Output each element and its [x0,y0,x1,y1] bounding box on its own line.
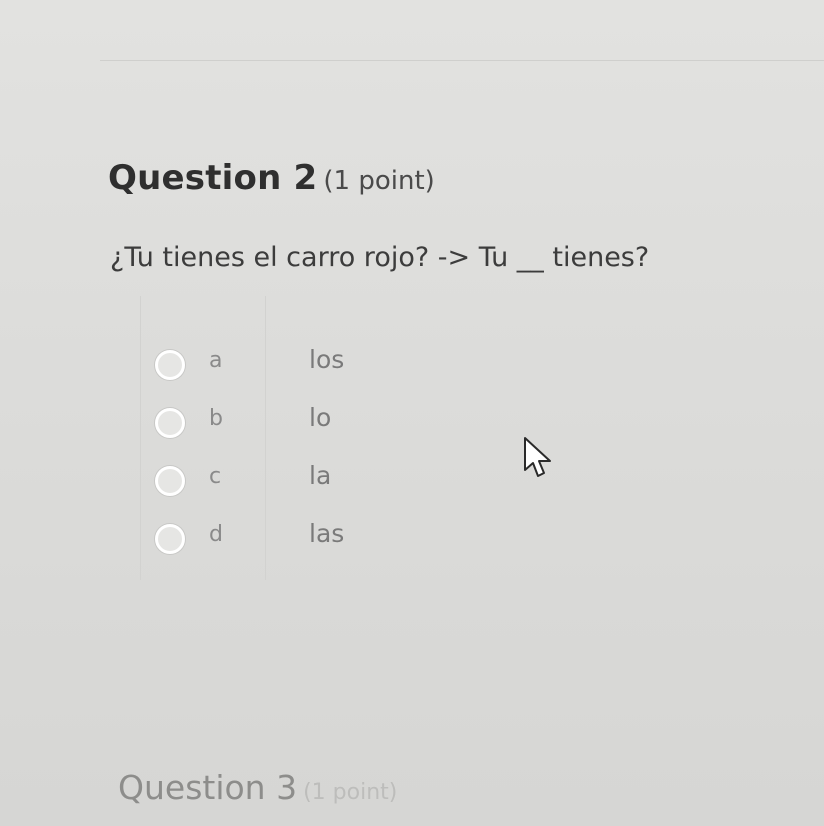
next-question-points: (1 point) [303,780,398,805]
question-title: Question 2 [108,158,318,198]
radio-button-a[interactable] [155,350,185,380]
option-letter: d [209,522,223,547]
next-question-heading: Question 3 (1 point) [118,768,397,807]
question-heading: Question 2 (1 point) [108,158,435,198]
radio-button-c[interactable] [155,466,185,496]
option-d[interactable]: d las [155,518,385,558]
option-text: los [309,345,345,374]
option-letter: b [209,406,223,431]
quiz-page: Question 2 (1 point) ¿Tu tienes el carro … [0,0,824,826]
question-prompt: ¿Tu tienes el carro rojo? -> Tu __ tiene… [110,242,650,273]
radio-button-b[interactable] [155,408,185,438]
option-letter: c [209,464,222,489]
radio-button-d[interactable] [155,524,185,554]
option-c[interactable]: c la [155,460,385,500]
option-letter: a [209,348,223,373]
section-divider [100,60,824,61]
question-points: (1 point) [323,166,435,196]
option-b[interactable]: b lo [155,402,385,442]
option-text: lo [309,403,332,432]
option-text: las [309,519,345,548]
option-text: la [309,461,332,490]
option-a[interactable]: a los [155,344,385,384]
next-question-title: Question 3 [118,768,298,807]
answer-options: a los b lo c la d las [140,296,371,580]
mouse-pointer-icon [524,437,551,477]
